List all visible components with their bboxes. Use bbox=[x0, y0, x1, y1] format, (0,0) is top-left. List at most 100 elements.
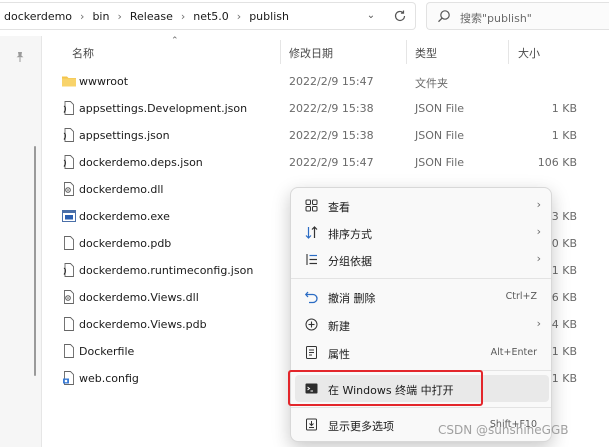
file-row-deps[interactable]: dockerdemo.deps.json 2022/2/9 15:47 JSON… bbox=[42, 149, 609, 176]
search-box[interactable]: 搜索"publish" bbox=[426, 2, 609, 30]
file-size: 6 KB bbox=[551, 291, 577, 304]
column-size[interactable]: 大小 bbox=[518, 45, 540, 61]
file-name: Dockerfile bbox=[79, 345, 135, 358]
json-file-icon bbox=[63, 101, 74, 115]
file-date: 2022/2/9 15:47 bbox=[289, 75, 374, 88]
chevron-right-icon[interactable]: › bbox=[80, 10, 84, 23]
chevron-right-icon: › bbox=[536, 198, 541, 211]
chevron-right-icon: › bbox=[536, 225, 541, 238]
column-date[interactable]: 修改日期 bbox=[289, 45, 333, 61]
file-name: wwwroot bbox=[79, 75, 129, 88]
properties-icon bbox=[306, 346, 317, 359]
dll-file-icon bbox=[64, 182, 74, 196]
scrollbar[interactable] bbox=[34, 146, 36, 376]
exe-file-icon bbox=[62, 210, 76, 222]
file-date: 2022/2/9 15:38 bbox=[289, 102, 374, 115]
file-name: dockerdemo.exe bbox=[79, 210, 170, 223]
breadcrumb-release[interactable]: Release bbox=[130, 10, 173, 23]
file-name: dockerdemo.dll bbox=[79, 183, 164, 196]
chevron-right-icon[interactable]: › bbox=[181, 10, 185, 23]
search-input[interactable]: 搜索"publish" bbox=[460, 10, 532, 26]
blank-file-icon bbox=[64, 317, 74, 331]
json-file-icon bbox=[63, 155, 74, 169]
file-name: dockerdemo.runtimeconfig.json bbox=[79, 264, 254, 277]
menu-shortcut: Ctrl+Z bbox=[505, 291, 537, 302]
menu-item-new[interactable]: 新建 › bbox=[295, 311, 549, 338]
grid-view-icon bbox=[305, 199, 318, 212]
menu-separator bbox=[291, 278, 551, 279]
pin-icon[interactable] bbox=[14, 51, 26, 63]
file-size: 1 KB bbox=[551, 129, 577, 142]
menu-label: 属性 bbox=[328, 348, 350, 361]
column-header: ⌃ 名称 修改日期 类型 大小 bbox=[42, 36, 609, 68]
menu-item-properties[interactable]: 属性 Alt+Enter bbox=[295, 339, 549, 366]
file-size: 3 KB bbox=[551, 210, 577, 223]
menu-label: 查看 bbox=[328, 201, 350, 214]
file-name: appsettings.json bbox=[79, 129, 170, 142]
file-size: 1 KB bbox=[551, 345, 577, 358]
chevron-right-icon: › bbox=[536, 252, 541, 265]
sort-ascending-icon: ⌃ bbox=[171, 36, 179, 46]
menu-separator bbox=[291, 407, 551, 408]
menu-label: 撤消 删除 bbox=[328, 292, 376, 305]
column-divider[interactable] bbox=[508, 40, 509, 64]
more-options-icon bbox=[306, 418, 317, 431]
column-divider[interactable] bbox=[406, 40, 407, 64]
file-size: 106 KB bbox=[537, 156, 577, 169]
blank-file-icon bbox=[64, 344, 74, 358]
file-size: 1 KB bbox=[551, 372, 577, 385]
chevron-right-icon: › bbox=[536, 317, 541, 330]
watermark: CSDN @sunshineGGB bbox=[438, 423, 569, 437]
file-row-appsettings-development[interactable]: appsettings.Development.json 2022/2/9 15… bbox=[42, 95, 609, 122]
dll-file-icon bbox=[64, 290, 74, 304]
breadcrumb-net50[interactable]: net5.0 bbox=[193, 10, 229, 23]
chevron-right-icon[interactable]: › bbox=[237, 10, 241, 23]
menu-item-view[interactable]: 查看 › bbox=[295, 192, 549, 219]
menu-shortcut: Alt+Enter bbox=[490, 347, 537, 358]
json-file-icon bbox=[63, 263, 74, 277]
json-file-icon bbox=[63, 128, 74, 142]
column-type[interactable]: 类型 bbox=[415, 45, 437, 61]
file-type: JSON File bbox=[415, 129, 465, 142]
file-size: 1 KB bbox=[551, 102, 577, 115]
address-bar[interactable]: dockerdemo › bin › Release › net5.0 › pu… bbox=[0, 2, 416, 30]
folder-icon bbox=[62, 76, 76, 87]
navigation-pane bbox=[0, 36, 42, 447]
file-name: web.config bbox=[79, 372, 139, 385]
menu-label: 分组依据 bbox=[328, 255, 372, 268]
file-size: 1 KB bbox=[551, 264, 577, 277]
config-file-icon bbox=[63, 371, 74, 385]
menu-label: 显示更多选项 bbox=[328, 420, 394, 433]
file-size: 4 KB bbox=[551, 318, 577, 331]
menu-label: 排序方式 bbox=[328, 228, 372, 241]
blank-file-icon bbox=[64, 236, 74, 250]
file-name: appsettings.Development.json bbox=[79, 102, 248, 115]
breadcrumb: dockerdemo › bin › Release › net5.0 › pu… bbox=[4, 10, 289, 23]
highlight-annotation bbox=[288, 370, 483, 406]
chevron-down-icon[interactable]: ⌄ bbox=[364, 9, 378, 23]
file-date: 2022/2/9 15:38 bbox=[289, 129, 374, 142]
chevron-right-icon[interactable]: › bbox=[117, 10, 121, 23]
menu-item-undo-delete[interactable]: 撤消 删除 Ctrl+Z bbox=[295, 283, 549, 310]
column-name[interactable]: 名称 bbox=[72, 45, 94, 61]
breadcrumb-publish[interactable]: publish bbox=[249, 10, 289, 23]
file-name: dockerdemo.pdb bbox=[79, 237, 172, 250]
file-type: JSON File bbox=[415, 156, 465, 169]
menu-label: 新建 bbox=[328, 320, 350, 333]
menu-item-group[interactable]: 分组依据 › bbox=[295, 246, 549, 273]
column-divider[interactable] bbox=[280, 40, 281, 64]
file-name: dockerdemo.Views.pdb bbox=[79, 318, 207, 331]
file-type: JSON File bbox=[415, 102, 465, 115]
new-plus-icon bbox=[305, 318, 318, 331]
file-row-wwwroot[interactable]: wwwroot 2022/2/9 15:47 文件夹 bbox=[42, 68, 609, 95]
file-name: dockerdemo.deps.json bbox=[79, 156, 203, 169]
breadcrumb-dockerdemo[interactable]: dockerdemo bbox=[4, 10, 72, 23]
file-date: 2022/2/9 15:47 bbox=[289, 156, 374, 169]
menu-item-sort[interactable]: 排序方式 › bbox=[295, 219, 549, 246]
breadcrumb-bin[interactable]: bin bbox=[92, 10, 109, 23]
title-bar: dockerdemo › bin › Release › net5.0 › pu… bbox=[0, 0, 609, 36]
file-size: 0 KB bbox=[551, 237, 577, 250]
refresh-icon[interactable] bbox=[392, 8, 408, 24]
file-row-appsettings[interactable]: appsettings.json 2022/2/9 15:38 JSON Fil… bbox=[42, 122, 609, 149]
file-type: 文件夹 bbox=[415, 77, 448, 90]
